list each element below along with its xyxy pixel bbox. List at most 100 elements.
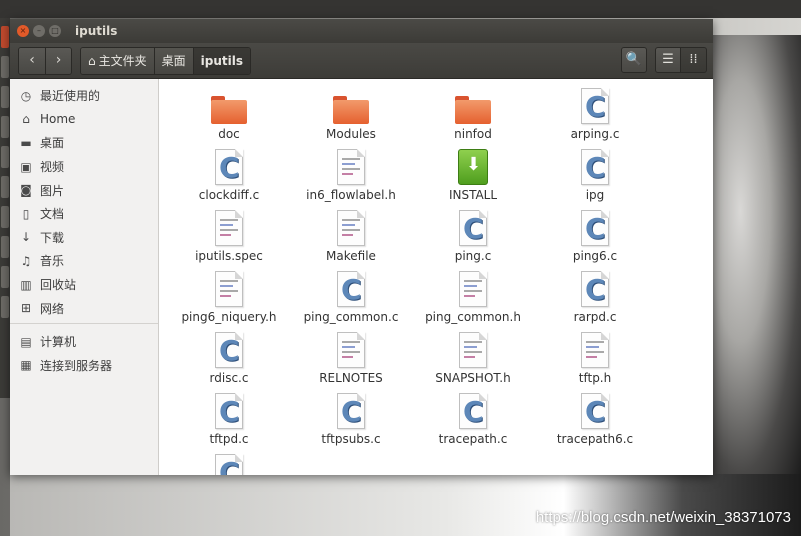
breadcrumb: ⌂ 主文件夹 桌面 iputils bbox=[80, 46, 252, 75]
file-item[interactable]: Carping.c bbox=[535, 88, 655, 141]
window-titlebar[interactable]: × – □ iputils bbox=[10, 19, 713, 43]
sidebar-item-home[interactable]: ⌂ Home bbox=[10, 108, 158, 132]
c-source-file-icon: C bbox=[215, 454, 243, 475]
list-view-button[interactable]: ☰ bbox=[655, 47, 681, 73]
file-item[interactable]: SNAPSHOT.h bbox=[413, 332, 533, 385]
sidebar-item-document[interactable]: ▯ 文档 bbox=[10, 202, 158, 226]
launcher-icon[interactable] bbox=[1, 206, 9, 228]
c-source-file-icon: C bbox=[215, 149, 243, 185]
folder-item[interactable]: ninfod bbox=[413, 88, 533, 141]
c-source-file-icon: C bbox=[581, 393, 609, 429]
c-source-file-icon: C bbox=[581, 210, 609, 246]
file-item[interactable]: ping_common.h bbox=[413, 271, 533, 324]
launcher-icon[interactable] bbox=[1, 236, 9, 258]
file-item[interactable]: Ctftpd.c bbox=[169, 393, 289, 446]
launcher-icon[interactable] bbox=[1, 176, 9, 198]
file-name: tftpd.c bbox=[209, 432, 249, 446]
file-name: ping_common.h bbox=[425, 310, 521, 324]
folder-icon bbox=[455, 96, 491, 124]
minimize-window-button[interactable]: – bbox=[33, 25, 45, 37]
file-item[interactable]: C bbox=[169, 454, 289, 475]
computer-icon: ▤ bbox=[20, 334, 32, 349]
grid-icon: ⁞⁞ bbox=[689, 52, 698, 67]
sidebar-item-network[interactable]: ⊞ 网络 bbox=[10, 296, 158, 320]
maximize-window-button[interactable]: □ bbox=[49, 25, 61, 37]
file-item[interactable]: Crdisc.c bbox=[169, 332, 289, 385]
file-item[interactable]: in6_flowlabel.h bbox=[291, 149, 411, 202]
file-name: doc bbox=[218, 127, 240, 141]
file-item[interactable]: Makefile bbox=[291, 210, 411, 263]
file-name: rarpd.c bbox=[573, 310, 617, 324]
sidebar-item-label: 桌面 bbox=[40, 136, 65, 151]
sidebar-item-clock[interactable]: ◷ 最近使用的 bbox=[10, 84, 158, 108]
file-item[interactable]: RELNOTES bbox=[291, 332, 411, 385]
file-item[interactable]: Crarpd.c bbox=[535, 271, 655, 324]
file-name: clockdiff.c bbox=[198, 188, 260, 202]
unity-launcher bbox=[0, 18, 10, 398]
launcher-icon[interactable] bbox=[1, 56, 9, 78]
sidebar-item-camera[interactable]: ◙ 图片 bbox=[10, 178, 158, 202]
file-item[interactable]: tftp.h bbox=[535, 332, 655, 385]
text-file-icon bbox=[459, 271, 487, 307]
file-name: tftpsubs.c bbox=[321, 432, 381, 446]
sidebar-item-label: Home bbox=[40, 112, 76, 127]
back-button[interactable]: ‹ bbox=[19, 47, 45, 74]
grid-view-button[interactable]: ⁞⁞ bbox=[681, 47, 707, 73]
file-item[interactable]: ⬇ INSTALL bbox=[413, 149, 533, 202]
file-grid: doc Modules ninfod Carping.c Cclockdiff.c in6… bbox=[159, 79, 713, 475]
c-source-file-icon: C bbox=[581, 88, 609, 124]
file-item[interactable]: Cping6.c bbox=[535, 210, 655, 263]
search-button[interactable]: 🔍 bbox=[621, 47, 647, 73]
file-item[interactable]: Ctracepath6.c bbox=[535, 393, 655, 446]
file-name: arping.c bbox=[570, 127, 620, 141]
sidebar-item-video[interactable]: ▣ 视频 bbox=[10, 155, 158, 179]
launcher-icon[interactable] bbox=[1, 86, 9, 108]
launcher-icon[interactable] bbox=[1, 116, 9, 138]
sidebar-item-music[interactable]: ♫ 音乐 bbox=[10, 249, 158, 273]
file-name: Modules bbox=[326, 127, 376, 141]
file-item[interactable]: Ctracepath.c bbox=[413, 393, 533, 446]
file-name: SNAPSHOT.h bbox=[435, 371, 511, 385]
camera-icon: ◙ bbox=[20, 183, 32, 198]
toolbar: ‹ › ⌂ 主文件夹 桌面 iputils 🔍 ☰ ⁞⁞ bbox=[10, 43, 713, 79]
file-item[interactable]: iputils.spec bbox=[169, 210, 289, 263]
sidebar-item-label: 下载 bbox=[40, 230, 65, 245]
file-item[interactable]: ping6_niquery.h bbox=[169, 271, 289, 324]
sidebar-item-download[interactable]: ↓ 下载 bbox=[10, 226, 158, 250]
list-icon: ☰ bbox=[662, 52, 674, 67]
c-source-file-icon: C bbox=[581, 149, 609, 185]
places-sidebar: ◷ 最近使用的 ⌂ Home ▬ 桌面 ▣ 视频 ◙ 图片 ▯ 文档 ↓ 下载 ♫ 音乐 ▥ 回收站 ⊞ 网络 ▤ 计算机… bbox=[10, 79, 159, 475]
breadcrumb-current[interactable]: iputils bbox=[192, 47, 251, 74]
close-window-button[interactable]: × bbox=[17, 25, 29, 37]
file-item[interactable]: Cping_common.c bbox=[291, 271, 411, 324]
file-item[interactable]: Ctftpsubs.c bbox=[291, 393, 411, 446]
file-name: Makefile bbox=[326, 249, 376, 263]
launcher-icon[interactable] bbox=[1, 266, 9, 288]
file-item[interactable]: Cclockdiff.c bbox=[169, 149, 289, 202]
sidebar-item-label: 视频 bbox=[40, 160, 65, 175]
breadcrumb-desktop[interactable]: 桌面 bbox=[153, 47, 193, 74]
sidebar-item-computer[interactable]: ▤ 计算机 bbox=[10, 330, 158, 354]
text-file-icon bbox=[459, 332, 487, 368]
breadcrumb-home[interactable]: ⌂ 主文件夹 bbox=[81, 47, 154, 74]
sidebar-item-server[interactable]: ▦ 连接到服务器 bbox=[10, 354, 158, 378]
launcher-icon[interactable] bbox=[1, 296, 9, 318]
launcher-icon[interactable] bbox=[1, 146, 9, 168]
c-source-file-icon: C bbox=[581, 271, 609, 307]
folder-item[interactable]: Modules bbox=[291, 88, 411, 141]
desktop-folder-icon: ▬ bbox=[20, 135, 32, 150]
download-icon: ↓ bbox=[20, 230, 32, 245]
file-item[interactable]: Cipg bbox=[535, 149, 655, 202]
sidebar-item-desktop-folder[interactable]: ▬ 桌面 bbox=[10, 131, 158, 155]
sidebar-item-label: 文档 bbox=[40, 207, 65, 222]
sidebar-item-label: 网络 bbox=[40, 301, 65, 316]
install-file-icon: ⬇ bbox=[458, 149, 488, 185]
file-item[interactable]: Cping.c bbox=[413, 210, 533, 263]
sidebar-item-trash[interactable]: ▥ 回收站 bbox=[10, 273, 158, 297]
trash-icon: ▥ bbox=[20, 277, 32, 292]
forward-button[interactable]: › bbox=[45, 47, 71, 74]
file-name: iputils.spec bbox=[195, 249, 263, 263]
folder-item[interactable]: doc bbox=[169, 88, 289, 141]
c-source-file-icon: C bbox=[215, 332, 243, 368]
launcher-icon[interactable] bbox=[1, 26, 9, 48]
